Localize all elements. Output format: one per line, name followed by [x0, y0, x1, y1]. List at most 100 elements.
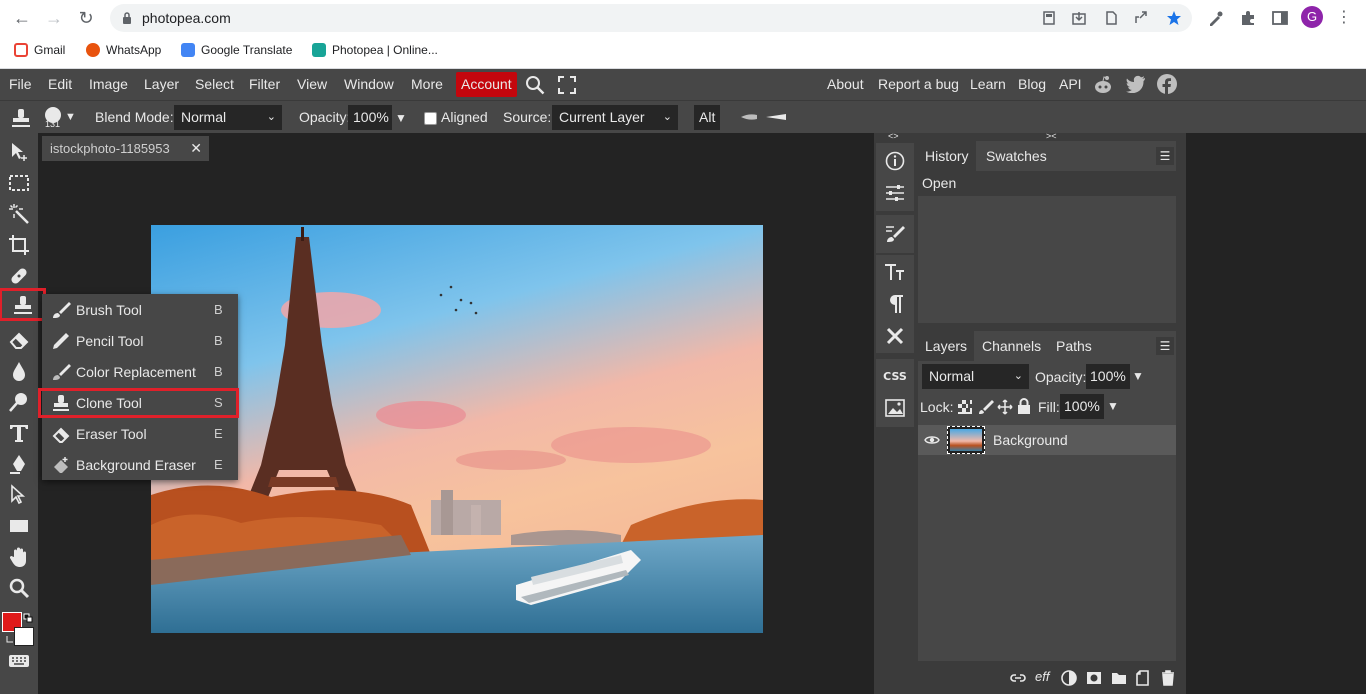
rectangle-tool[interactable] — [3, 511, 35, 541]
account-button[interactable]: Account — [456, 72, 517, 97]
menu-more[interactable]: More — [411, 69, 443, 100]
bookmark-gmail[interactable]: Gmail — [14, 42, 65, 58]
bookmark-photopea[interactable]: Photopea | Online... — [312, 42, 438, 58]
brush-panel-button[interactable] — [876, 219, 914, 249]
source-select[interactable]: Current Layer ⌄ — [552, 105, 678, 130]
adjustments-panel-button[interactable] — [876, 178, 914, 208]
link-report-bug[interactable]: Report a bug — [878, 69, 959, 100]
flyout-item-eraser[interactable]: Eraser Tool E — [42, 418, 238, 449]
clone-stamp-icon[interactable] — [10, 107, 32, 129]
panel-menu-icon[interactable]: ☰ — [1156, 147, 1174, 165]
layer-row-background[interactable]: Background — [918, 425, 1176, 455]
install-icon[interactable] — [1072, 11, 1086, 25]
paragraph-panel-button[interactable] — [876, 289, 914, 319]
expand-arrows-icon[interactable]: >< — [1046, 131, 1057, 141]
hand-tool[interactable] — [3, 542, 35, 572]
tab-paths[interactable]: Paths — [1049, 331, 1099, 361]
adjustment-layer-icon[interactable] — [1061, 670, 1077, 686]
opacity-input[interactable]: 100% — [348, 105, 392, 130]
history-entry[interactable]: Open — [918, 171, 1176, 196]
menu-filter[interactable]: Filter — [249, 69, 280, 100]
eyedropper-extension-icon[interactable] — [1208, 10, 1224, 26]
magic-wand-tool[interactable] — [3, 199, 35, 229]
bookmark-whatsapp[interactable]: WhatsApp — [86, 42, 161, 58]
alt-button[interactable]: Alt — [694, 105, 720, 130]
opacity-caret-icon[interactable]: ▼ — [395, 111, 407, 125]
tab-swatches[interactable]: Swatches — [979, 141, 1054, 171]
back-icon[interactable]: ← — [10, 6, 34, 30]
layer-blend-select[interactable]: Normal ⌄ — [922, 364, 1029, 389]
link-blog[interactable]: Blog — [1018, 69, 1046, 100]
side-panel-icon[interactable] — [1272, 10, 1288, 26]
flyout-item-pencil[interactable]: Pencil Tool B — [42, 325, 238, 356]
brush-preset-caret-icon[interactable]: ▼ — [65, 111, 76, 123]
link-learn[interactable]: Learn — [970, 69, 1006, 100]
lock-pixels-icon[interactable] — [978, 399, 994, 415]
layer-opacity-caret-icon[interactable]: ▼ — [1132, 369, 1144, 383]
forward-icon[interactable]: → — [42, 6, 66, 30]
zoom-tool[interactable] — [3, 573, 35, 603]
facebook-icon[interactable] — [1157, 74, 1177, 94]
blur-tool[interactable] — [3, 356, 35, 386]
menu-select[interactable]: Select — [195, 69, 234, 100]
share-icon[interactable] — [1134, 11, 1148, 25]
canvas-image[interactable] — [151, 225, 763, 633]
layer-effects-icon[interactable]: eff — [1035, 669, 1049, 684]
type-tool[interactable] — [3, 418, 35, 448]
chrome-menu-icon[interactable]: ⋮ — [1332, 6, 1356, 30]
lock-transparency-icon[interactable] — [958, 400, 972, 414]
reload-icon[interactable]: ↻ — [74, 6, 98, 30]
twitter-icon[interactable] — [1126, 75, 1146, 93]
eye-visibility-icon[interactable] — [924, 434, 940, 446]
menu-edit[interactable]: Edit — [48, 69, 72, 100]
document-tab[interactable]: istockphoto-1185953 ✕ — [42, 136, 209, 161]
css-icon[interactable]: CSS — [876, 361, 914, 391]
pressure-size-icon[interactable] — [740, 113, 758, 121]
aligned-checkbox[interactable] — [424, 112, 437, 125]
path-select-tool[interactable] — [3, 480, 35, 510]
layer-mask-icon[interactable] — [1086, 671, 1102, 685]
reddit-icon[interactable] — [1093, 75, 1113, 95]
search-icon[interactable] — [525, 75, 545, 95]
lock-position-icon[interactable] — [997, 399, 1013, 415]
tab-history[interactable]: History — [918, 141, 976, 171]
collapse-arrows-icon[interactable]: <> — [888, 131, 899, 141]
healing-brush-tool[interactable] — [3, 261, 35, 291]
menu-image[interactable]: Image — [89, 69, 128, 100]
layer-opacity-input[interactable]: 100% — [1086, 364, 1130, 389]
eraser-tool[interactable] — [3, 325, 35, 355]
blend-mode-select[interactable]: Normal ⌄ — [174, 105, 282, 130]
address-bar[interactable]: photopea.com — [110, 4, 1192, 32]
tab-layers[interactable]: Layers — [918, 331, 975, 361]
clone-stamp-tool[interactable] — [0, 288, 46, 321]
tool-presets-button[interactable] — [876, 321, 914, 351]
lock-all-icon[interactable] — [1017, 398, 1031, 414]
pressure-opacity-icon[interactable] — [765, 113, 787, 121]
flyout-item-brush[interactable]: Brush Tool B — [42, 294, 238, 325]
flyout-item-color-replacement[interactable]: Color Replacement B — [42, 356, 238, 387]
page-icon[interactable] — [1104, 11, 1118, 25]
menu-file[interactable]: File — [9, 69, 32, 100]
fullscreen-icon[interactable] — [558, 76, 576, 94]
link-api[interactable]: API — [1059, 69, 1082, 100]
new-group-folder-icon[interactable] — [1111, 671, 1127, 685]
default-colors-icon[interactable] — [23, 613, 33, 623]
link-layers-icon[interactable] — [1010, 671, 1026, 685]
character-panel-button[interactable] — [876, 257, 914, 287]
tab-channels[interactable]: Channels — [975, 331, 1048, 361]
menu-window[interactable]: Window — [344, 69, 394, 100]
link-about[interactable]: About — [827, 69, 864, 100]
pen-tool[interactable] — [3, 449, 35, 479]
menu-view[interactable]: View — [297, 69, 327, 100]
trash-icon[interactable] — [1161, 670, 1175, 686]
fill-input[interactable]: 100% — [1060, 394, 1104, 419]
fill-caret-icon[interactable]: ▼ — [1107, 399, 1119, 413]
new-layer-icon[interactable] — [1136, 670, 1152, 686]
bookmark-star-icon[interactable] — [1166, 10, 1182, 26]
flyout-item-background-eraser[interactable]: Background Eraser E — [42, 449, 238, 480]
move-tool[interactable] — [3, 137, 35, 167]
menu-layer[interactable]: Layer — [144, 69, 179, 100]
dodge-tool[interactable] — [3, 387, 35, 417]
marquee-tool[interactable] — [3, 168, 35, 198]
keyboard-icon[interactable] — [8, 654, 30, 668]
